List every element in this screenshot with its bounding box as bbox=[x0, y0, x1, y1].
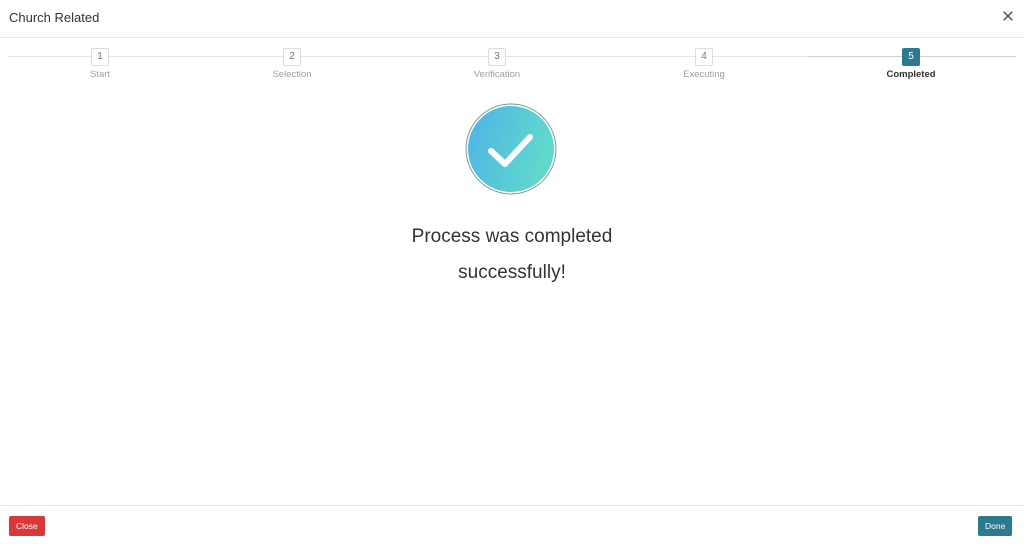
step-label: Completed bbox=[886, 69, 936, 80]
done-button[interactable]: Done bbox=[978, 516, 1013, 536]
success-message-line2: successfully! bbox=[458, 262, 566, 283]
step-number: 2 bbox=[283, 48, 301, 66]
step-executing: 4 Executing bbox=[644, 46, 764, 80]
close-button[interactable]: Close bbox=[9, 516, 45, 536]
step-label: Executing bbox=[683, 69, 725, 80]
dialog-header: Church Related bbox=[0, 0, 1024, 38]
step-verification: 3 Verification bbox=[437, 46, 557, 80]
check-circle-icon bbox=[465, 103, 557, 195]
wizard-stepper: 1 Start 2 Selection 3 Verification 4 Exe… bbox=[0, 46, 1024, 90]
dialog-title: Church Related bbox=[9, 10, 100, 25]
step-number: 5 bbox=[902, 48, 920, 66]
success-message-line1: Process was completed bbox=[411, 226, 613, 247]
step-number: 3 bbox=[488, 48, 506, 66]
step-completed: 5 Completed bbox=[851, 46, 971, 80]
step-start: 1 Start bbox=[40, 46, 160, 80]
close-icon[interactable] bbox=[1000, 8, 1016, 24]
step-label: Selection bbox=[272, 69, 312, 80]
wizard-dialog: Church Related 1 Start 2 Selection 3 Ver… bbox=[0, 0, 1024, 544]
step-selection: 2 Selection bbox=[232, 46, 352, 80]
step-label: Start bbox=[89, 69, 111, 80]
step-label: Verification bbox=[473, 69, 521, 80]
step-number: 4 bbox=[695, 48, 713, 66]
step-number: 1 bbox=[91, 48, 109, 66]
dialog-footer: Close Done bbox=[0, 505, 1024, 544]
